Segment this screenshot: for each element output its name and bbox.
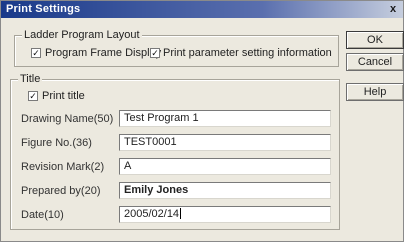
title-group: Title ✓ Print title Drawing Name(50) Tes… [10, 73, 340, 230]
revision-mark-input[interactable]: A [119, 158, 331, 175]
drawing-name-input[interactable]: Test Program 1 [119, 110, 331, 127]
figure-no-input[interactable]: TEST0001 [119, 134, 331, 151]
date-input[interactable]: 2005/02/14 [119, 206, 331, 223]
close-icon[interactable]: x [387, 3, 399, 15]
help-button[interactable]: Help [346, 83, 404, 101]
drawing-name-label: Drawing Name(50) [21, 113, 114, 125]
text-caret [180, 208, 182, 219]
ladder-program-layout-group: Ladder Program Layout ✓ Program Frame Di… [14, 29, 339, 67]
ladder-program-layout-legend: Ladder Program Layout [22, 29, 142, 41]
date-label: Date(10) [21, 209, 64, 221]
dialog-title: Print Settings [6, 3, 81, 15]
title-legend: Title [18, 73, 43, 85]
print-parameter-info-checkbox[interactable]: ✓ [150, 48, 160, 58]
print-title-checkbox[interactable]: ✓ [28, 91, 38, 101]
print-title-label: Print title [42, 90, 85, 102]
figure-no-label: Figure No.(36) [21, 137, 92, 149]
title-bar[interactable]: Print Settings x [1, 1, 403, 18]
print-settings-dialog: Print Settings x Ladder Program Layout ✓… [0, 0, 404, 242]
revision-mark-label: Revision Mark(2) [21, 161, 105, 173]
cancel-button[interactable]: Cancel [346, 53, 404, 71]
ok-button[interactable]: OK [346, 31, 404, 49]
prepared-by-label: Prepared by(20) [21, 185, 101, 197]
date-input-value: 2005/02/14 [124, 208, 180, 220]
prepared-by-input[interactable]: Emily Jones [119, 182, 331, 199]
print-parameter-info-label: Print parameter setting information [163, 47, 332, 59]
program-frame-display-checkbox[interactable]: ✓ [31, 48, 41, 58]
program-frame-display-label: Program Frame Display [45, 47, 162, 59]
